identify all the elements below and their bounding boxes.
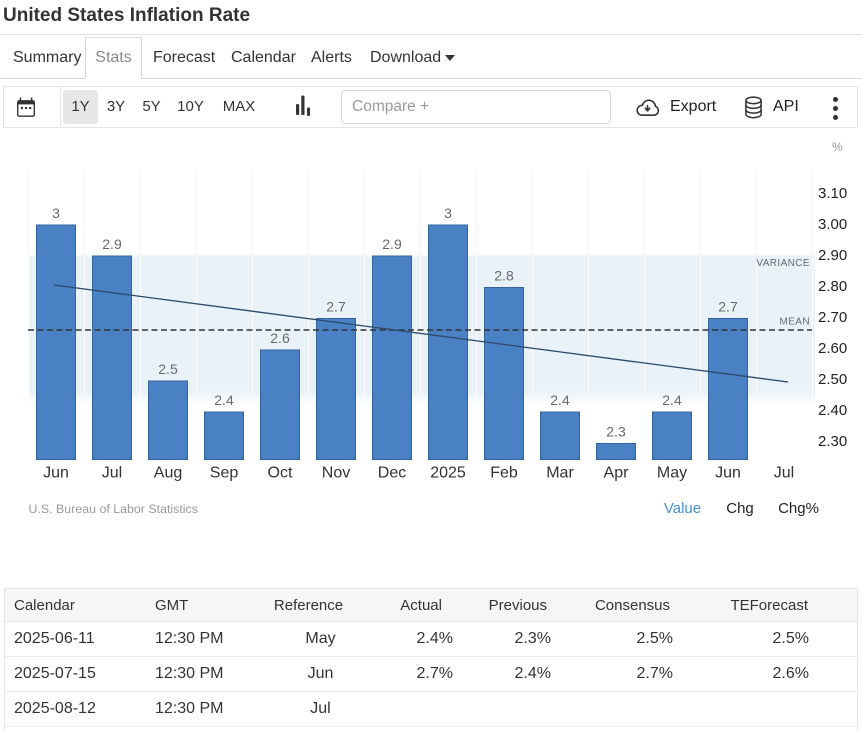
svg-text:VARIANCE: VARIANCE: [756, 258, 810, 269]
svg-text:2.9: 2.9: [382, 236, 402, 252]
svg-text:Sep: Sep: [210, 465, 239, 482]
svg-text:Jun: Jun: [715, 465, 741, 482]
svg-text:Jul: Jul: [102, 465, 122, 482]
svg-text:Value: Value: [664, 500, 701, 517]
svg-text:Feb: Feb: [490, 465, 518, 482]
svg-text:2.90: 2.90: [818, 247, 847, 264]
svg-text:Dec: Dec: [378, 465, 406, 482]
svg-text:Nov: Nov: [322, 465, 350, 482]
svg-text:2.9: 2.9: [102, 236, 122, 252]
svg-text:2.3: 2.3: [606, 424, 626, 440]
svg-text:2.8: 2.8: [494, 268, 514, 284]
svg-text:2.50: 2.50: [818, 371, 847, 388]
svg-text:Aug: Aug: [154, 465, 182, 482]
svg-text:Jul: Jul: [774, 465, 794, 482]
svg-text:2.60: 2.60: [818, 340, 847, 357]
svg-text:Chg%: Chg%: [778, 500, 819, 517]
svg-text:2.70: 2.70: [818, 309, 847, 326]
svg-text:2.30: 2.30: [818, 433, 847, 450]
svg-text:2.80: 2.80: [818, 278, 847, 295]
svg-text:2.40: 2.40: [818, 402, 847, 419]
svg-text:Oct: Oct: [268, 465, 293, 482]
svg-text:3: 3: [52, 205, 60, 221]
svg-text:Chg: Chg: [726, 500, 754, 517]
svg-text:2.7: 2.7: [718, 299, 738, 315]
svg-text:Jun: Jun: [43, 465, 69, 482]
svg-text:2.6: 2.6: [270, 330, 290, 346]
svg-text:MEAN: MEAN: [780, 317, 811, 328]
svg-text:2.7: 2.7: [326, 299, 346, 315]
svg-text:2.4: 2.4: [662, 392, 682, 408]
svg-text:Apr: Apr: [604, 465, 630, 482]
svg-text:2.4: 2.4: [214, 392, 234, 408]
svg-text:Mar: Mar: [546, 465, 574, 482]
svg-text:3.00: 3.00: [818, 216, 847, 233]
svg-text:2.4: 2.4: [550, 392, 570, 408]
svg-text:3: 3: [444, 205, 452, 221]
svg-text:2.5: 2.5: [158, 361, 178, 377]
svg-text:2025: 2025: [430, 465, 466, 482]
svg-text:U.S. Bureau of Labor Statistic: U.S. Bureau of Labor Statistics: [29, 502, 198, 516]
svg-text:3.10: 3.10: [818, 185, 847, 202]
svg-text:May: May: [657, 465, 687, 482]
svg-text:%: %: [832, 140, 843, 154]
